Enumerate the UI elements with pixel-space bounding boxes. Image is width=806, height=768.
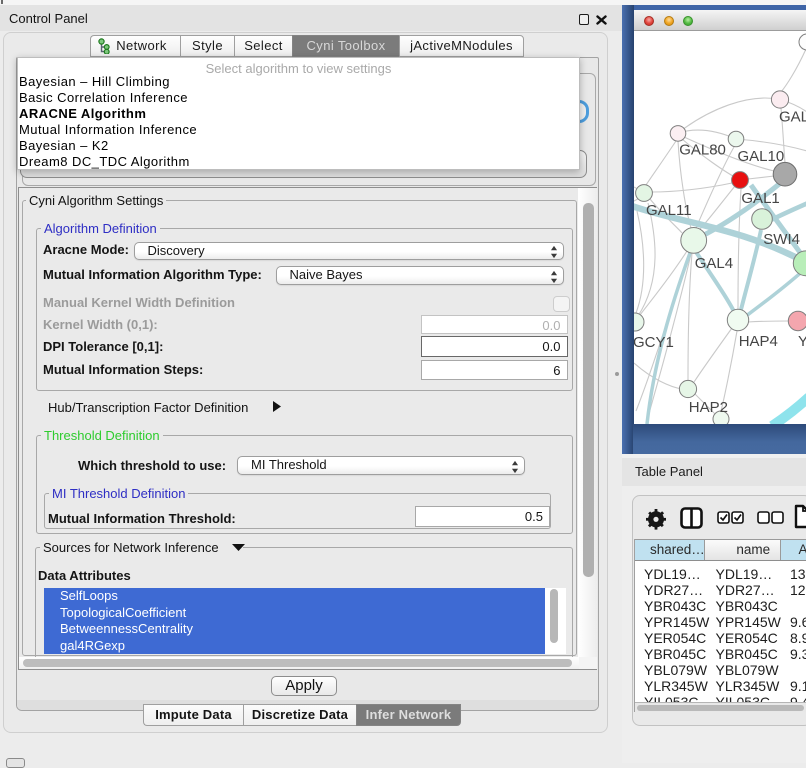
svg-text:GAL1: GAL1 [741,190,779,207]
svg-text:GAL: GAL [779,109,806,126]
svg-text:GAL80: GAL80 [679,142,726,159]
svg-text:GAL11: GAL11 [646,202,692,219]
svg-text:GAL4: GAL4 [694,255,732,272]
svg-text:HAP4: HAP4 [738,333,777,350]
svg-text:HAP2: HAP2 [688,399,727,416]
svg-text:GCY1: GCY1 [634,334,674,351]
svg-text:Y: Y [798,333,806,350]
svg-text:SWI4: SWI4 [763,231,800,248]
svg-text:GAL10: GAL10 [737,148,784,165]
